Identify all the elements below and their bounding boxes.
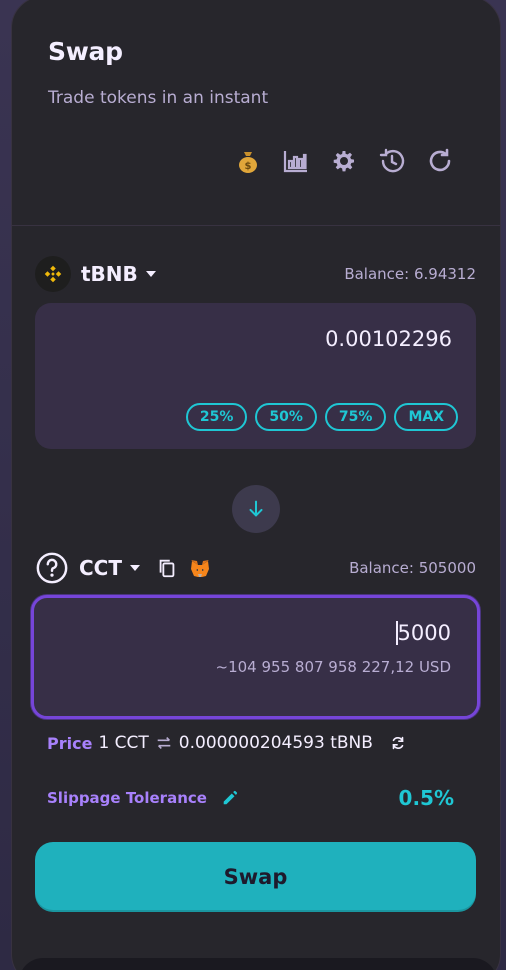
slippage-row: Slippage Tolerance 0.5% [47,786,454,810]
swap-header: Swap Trade tokens in an instant $ [12,0,500,226]
bottom-card-edge [19,958,497,970]
from-token-row: tBNB Balance: 6.94312 [35,256,476,292]
page-title: Swap [48,37,123,66]
percent-buttons: 25% 50% 75% MAX [185,403,458,431]
max-button[interactable]: MAX [394,403,458,431]
percent-50-button[interactable]: 50% [255,403,317,431]
to-amount-input[interactable]: 5000 [395,621,451,645]
refresh-icon[interactable] [424,145,456,177]
price-label: Price [47,733,93,753]
to-amount-box[interactable]: 5000 ~104 955 807 958 227,12 USD [31,595,480,719]
chevron-down-icon[interactable] [130,565,140,571]
from-amount-box[interactable]: 0.00102296 25% 50% 75% MAX [35,303,476,449]
metamask-fox-icon[interactable] [188,556,212,580]
percent-75-button[interactable]: 75% [324,403,387,431]
percent-25-button[interactable]: 25% [185,403,248,431]
from-token-name[interactable]: tBNB [81,262,138,286]
slippage-value: 0.5% [398,786,454,810]
history-icon[interactable] [376,145,408,177]
chart-icon[interactable] [280,145,312,177]
chevron-down-icon[interactable] [145,271,156,277]
price-row: Price 1 CCT 0.000000204593 tBNB [47,733,407,753]
from-amount-input[interactable]: 0.00102296 [325,327,452,351]
money-bag-icon[interactable]: $ [232,145,264,177]
svg-text:$: $ [245,161,252,172]
gear-icon[interactable] [328,145,360,177]
help-circle-icon [36,552,68,584]
slippage-label: Slippage Tolerance [47,789,207,807]
to-token-name[interactable]: CCT [79,556,122,580]
page-subtitle: Trade tokens in an instant [48,88,269,108]
price-base: 1 CCT [98,733,149,753]
copy-icon[interactable] [156,557,178,579]
header-icons: $ [232,145,456,177]
price-quote: 0.000000204593 tBNB [178,733,373,753]
bnb-logo-icon [35,256,71,292]
refresh-price-icon[interactable] [389,734,407,752]
pencil-icon[interactable] [221,789,239,807]
from-balance: Balance: 6.94312 [344,265,476,283]
swap-horizontal-icon[interactable] [155,734,173,752]
arrow-down-icon [249,500,263,517]
to-token-row: CCT Balance: 505000 [35,551,476,585]
to-balance: Balance: 505000 [349,559,476,577]
swap-button[interactable]: Swap [35,842,476,912]
usd-value: ~104 955 807 958 227,12 USD [215,658,451,676]
switch-direction-button[interactable] [232,485,280,533]
